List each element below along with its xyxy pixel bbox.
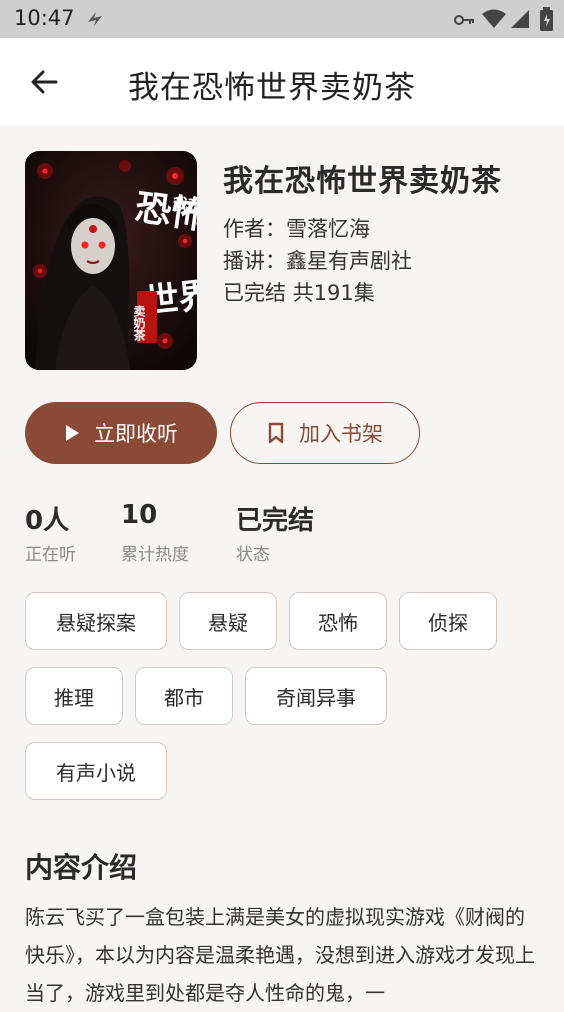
intro-text: 陈云飞买了一盒包装上满是美女的虚拟现实游戏《财阀的快乐》，本以为内容是温柔艳遇，… [25, 905, 535, 1005]
cover-title-text-4: 卖奶茶 [132, 304, 146, 342]
key-icon [454, 15, 474, 25]
cover-image: 恐怖 我在 世界 卖奶茶 [25, 151, 197, 370]
tag-chip[interactable]: 奇闻异事 [245, 667, 387, 725]
book-title: 我在恐怖世界卖奶茶 [223, 164, 502, 199]
cover-title-text-1: 我在 [173, 195, 197, 213]
add-to-shelf-button[interactable]: 加入书架 [230, 402, 420, 464]
tag-chip[interactable]: 侦探 [399, 592, 497, 650]
stat-listening-label: 正在听 [25, 545, 76, 565]
app-bar: 我在恐怖世界卖奶茶 [0, 38, 564, 126]
signal-icon [511, 10, 529, 28]
intro-heading: 内容介绍 [25, 851, 138, 884]
stat-status-value: 已完结 [236, 506, 315, 536]
battery-icon [540, 7, 553, 31]
book-status-line: 已完结 共191集 [223, 281, 375, 305]
bookmark-icon [268, 422, 284, 444]
wifi-icon [482, 9, 506, 28]
stat-heat-value: 10 [121, 500, 158, 530]
stat-listening-value: 0人 [25, 506, 70, 536]
sync-icon [88, 12, 102, 26]
add-to-shelf-label: 加入书架 [299, 422, 383, 446]
page-title: 我在恐怖世界卖奶茶 [128, 70, 416, 106]
book-narrator: 播讲：鑫星有声剧社 [223, 249, 412, 273]
tag-chip[interactable]: 悬疑 [179, 592, 277, 650]
status-bar: 10:47 [0, 0, 564, 38]
stat-status-label: 状态 [236, 545, 270, 565]
play-icon [66, 425, 79, 441]
tag-chip[interactable]: 恐怖 [289, 592, 387, 650]
book-cover: 恐怖 我在 世界 卖奶茶 [25, 151, 197, 370]
listen-now-label: 立即收听 [94, 422, 178, 446]
tag-chip[interactable]: 都市 [135, 667, 233, 725]
book-author: 作者：雪落忆海 [223, 217, 370, 241]
listen-now-button[interactable]: 立即收听 [25, 402, 217, 464]
tag-chip[interactable]: 悬疑探案 [25, 592, 167, 650]
tag-chip[interactable]: 推理 [25, 667, 123, 725]
stat-heat-label: 累计热度 [121, 545, 189, 565]
tag-chip[interactable]: 有声小说 [25, 742, 167, 800]
back-arrow-icon[interactable] [26, 64, 62, 100]
status-time: 10:47 [14, 6, 75, 30]
